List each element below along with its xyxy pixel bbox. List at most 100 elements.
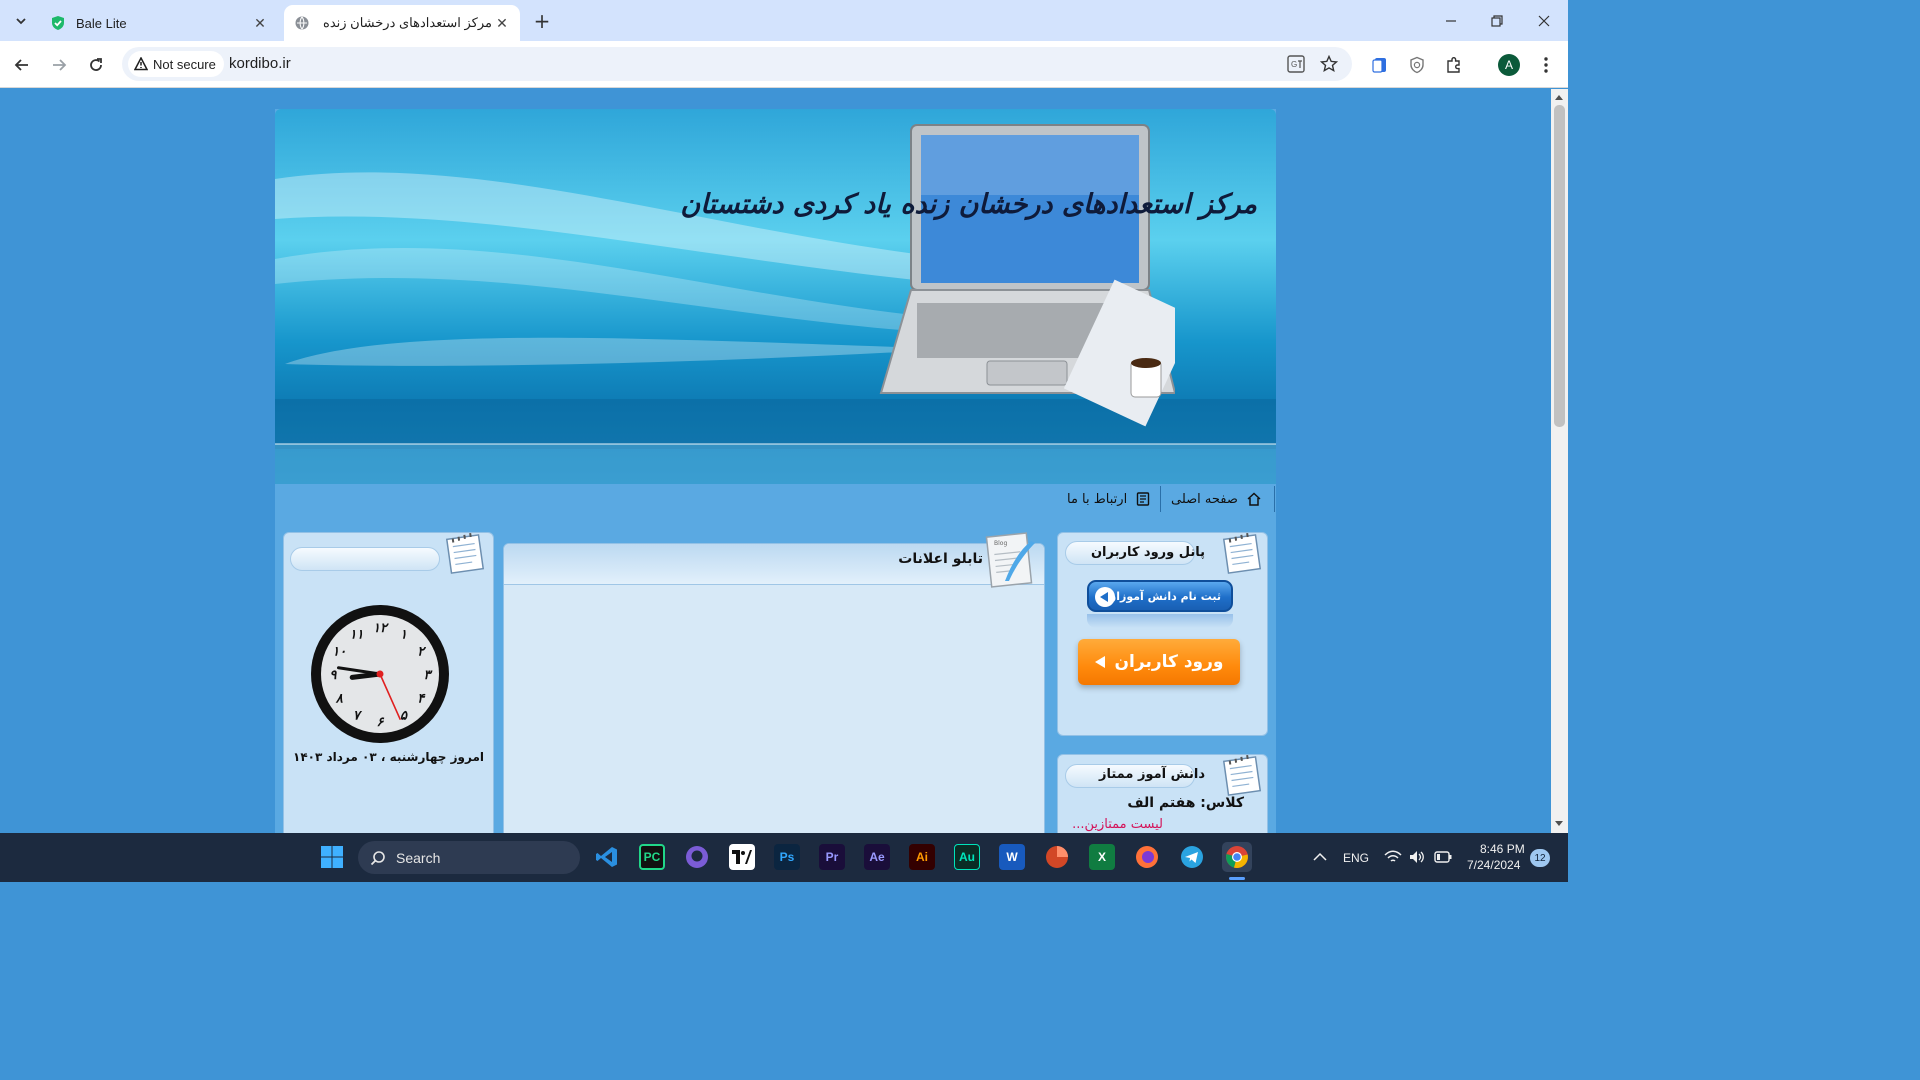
menu-separator	[1274, 486, 1275, 512]
audition-icon[interactable]: Au	[954, 844, 980, 870]
clock-numeral: ۶	[377, 715, 385, 730]
login-panel-title: پانل ورود کاربران	[1090, 545, 1205, 560]
student-register-button[interactable]: ثبت نام دانش آموزان	[1087, 580, 1233, 612]
photoshop-icon[interactable]: Ps	[774, 844, 800, 870]
chevron-up-icon[interactable]	[1313, 852, 1327, 862]
star-icon	[1320, 55, 1338, 73]
menu-item-contact[interactable]: ارتباط با ما	[1067, 484, 1151, 514]
kebab-menu-icon	[1544, 57, 1548, 73]
shield-icon	[1410, 56, 1424, 74]
warning-icon	[134, 57, 148, 71]
restore-icon	[1491, 14, 1503, 27]
notepad-icon	[1222, 754, 1262, 796]
notification-badge[interactable]: 12	[1530, 849, 1550, 867]
reload-button[interactable]	[82, 51, 110, 79]
forward-button[interactable]	[45, 51, 73, 79]
analog-clock: ۱۲ ۱۲۳۴۵۶۷۸۹۱۰۱۱	[311, 605, 449, 743]
page-scrollbar[interactable]	[1551, 89, 1568, 833]
clock-numeral: ۵	[400, 709, 408, 724]
clock-date[interactable]: 7/24/2024	[1467, 858, 1520, 872]
minimize-icon	[1446, 19, 1456, 22]
clock-panel-header	[290, 547, 440, 571]
top-student-class: کلاس: هفتم الف	[1127, 795, 1244, 811]
scroll-down-arrow-icon[interactable]	[1555, 821, 1563, 826]
menu-item-home[interactable]: صفحه اصلی	[1171, 484, 1262, 514]
arrow-right-icon	[53, 59, 67, 71]
home-icon	[1247, 492, 1261, 506]
excel-icon[interactable]: X	[1089, 844, 1115, 870]
play-icon	[1095, 587, 1115, 607]
translate-button[interactable]: G	[1286, 54, 1306, 74]
clock-numeral: ۹	[330, 668, 338, 683]
profile-avatar[interactable]: A	[1498, 54, 1520, 76]
back-button[interactable]	[8, 51, 36, 79]
puzzle-icon	[1447, 57, 1460, 73]
firefox-icon[interactable]	[1134, 844, 1160, 870]
site-info-chip[interactable]: Not secure	[128, 51, 224, 77]
top-students-list-link[interactable]: لیست ممتازین...	[1065, 817, 1163, 832]
powerpoint-icon[interactable]	[1044, 844, 1070, 870]
globe-icon	[295, 16, 309, 30]
chevron-down-icon	[16, 18, 26, 25]
pycharm-icon[interactable]: PC	[639, 844, 665, 870]
wifi-icon[interactable]	[1384, 850, 1402, 864]
shield-check-icon	[52, 16, 64, 30]
new-tab-button[interactable]: +	[530, 9, 554, 33]
active-app-indicator	[1229, 877, 1245, 880]
contact-book-icon	[1136, 492, 1150, 506]
battery-icon[interactable]	[1434, 851, 1452, 863]
clock-numeral: ۱۲	[373, 621, 389, 636]
extension-button[interactable]	[1368, 53, 1392, 77]
menu-separator	[1160, 486, 1161, 512]
vscode-icon[interactable]	[594, 844, 620, 870]
shield-extension-button[interactable]	[1405, 53, 1429, 77]
clock-time[interactable]: 8:46 PM	[1480, 842, 1525, 856]
github-icon[interactable]	[684, 844, 710, 870]
minimize-button[interactable]	[1428, 0, 1474, 41]
restore-button[interactable]	[1474, 0, 1520, 41]
laptop-illustration	[879, 124, 1175, 427]
bookmark-button[interactable]	[1319, 54, 1339, 74]
site-banner: مرکز استعدادهای درخشان زنده یاد کردی دشت…	[275, 109, 1276, 484]
clock-numeral: ۸	[335, 692, 343, 707]
tab-search-button[interactable]	[8, 8, 34, 34]
premiere-icon[interactable]: Pr	[819, 844, 845, 870]
language-indicator[interactable]: ENG	[1343, 851, 1369, 865]
taskbar: Search PC Ps Pr Ae Ai Au W X ENG 8:46 PM…	[0, 833, 1568, 882]
today-date: امروز چهارشنبه ، ۰۳ مرداد ۱۴۰۳	[293, 750, 484, 764]
register-label: ثبت نام دانش آموزان	[1106, 589, 1221, 603]
tradingview-icon[interactable]	[729, 844, 755, 870]
scroll-up-arrow-icon[interactable]	[1555, 95, 1563, 100]
notice-board-title: تابلو اعلانات	[898, 551, 983, 567]
tab-strip: Bale Lite ✕ مرکز استعدادهای درخشان زنده …	[0, 0, 1568, 41]
main-menu: صفحه اصلی ارتباط با ما	[275, 484, 1276, 514]
page-viewport: مرکز استعدادهای درخشان زنده یاد کردی دشت…	[0, 89, 1551, 833]
close-tab-icon[interactable]: ✕	[492, 13, 512, 33]
user-login-button[interactable]: ورود کاربران	[1078, 639, 1240, 685]
close-tab-icon[interactable]: ✕	[250, 13, 270, 33]
word-icon[interactable]: W	[999, 844, 1025, 870]
url-text[interactable]: kordibo.ir	[229, 55, 291, 72]
windows-start-icon[interactable]	[320, 845, 344, 869]
extensions-button[interactable]	[1442, 53, 1466, 77]
tab-bale-lite[interactable]: Bale Lite ✕	[40, 5, 278, 41]
arrow-left-icon	[1094, 656, 1105, 668]
clock-center	[376, 670, 384, 678]
close-icon	[1538, 15, 1550, 26]
illustrator-icon[interactable]: Ai	[909, 844, 935, 870]
tab-kordibo[interactable]: مرکز استعدادهای درخشان زنده یاد ✕	[284, 5, 520, 41]
clock-numeral: ۱۰	[332, 645, 346, 660]
tab-title: Bale Lite	[76, 15, 127, 31]
close-window-button[interactable]	[1521, 0, 1567, 41]
address-bar[interactable]: Not secure kordibo.ir G	[122, 47, 1352, 81]
volume-icon[interactable]	[1409, 850, 1425, 864]
scrollbar-thumb[interactable]	[1554, 105, 1565, 427]
login-label: ورود کاربران	[1114, 652, 1224, 672]
after-effects-icon[interactable]: Ae	[864, 844, 890, 870]
top-student-title: دانش آموز ممتاز	[1098, 767, 1205, 782]
browser-menu-button[interactable]	[1534, 53, 1558, 77]
taskbar-search[interactable]: Search	[358, 841, 580, 874]
banner-title: مرکز استعدادهای درخشان زنده یاد کردی دشت…	[680, 189, 1257, 220]
telegram-icon[interactable]	[1179, 844, 1205, 870]
chrome-icon[interactable]	[1222, 842, 1252, 872]
